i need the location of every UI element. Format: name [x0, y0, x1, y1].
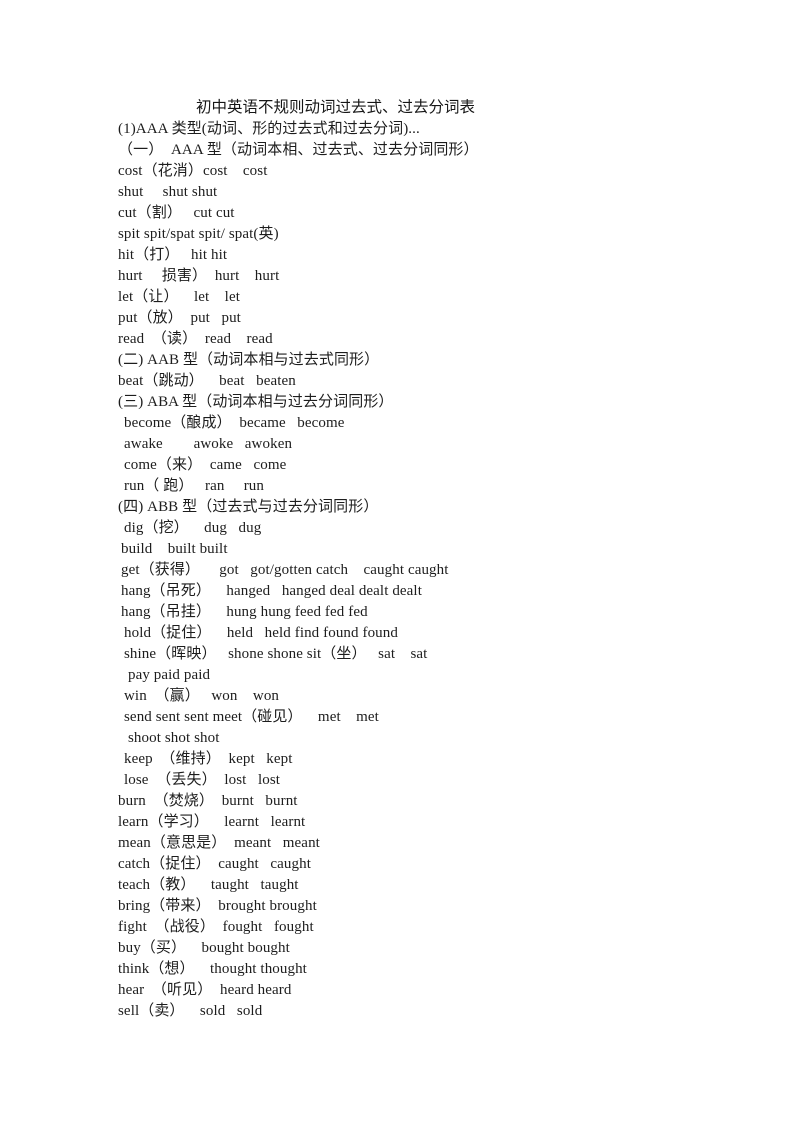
- section-heading: (二) AAB 型（动词本相与过去式同形）: [118, 352, 380, 368]
- verb-entry-line: hold（捉住） held held find found found: [124, 625, 398, 641]
- section-heading: (四) ABB 型（过去式与过去分词同形）: [118, 499, 379, 515]
- verb-entry-line: shut shut shut: [118, 184, 218, 200]
- verb-entry-line: bring（带来） brought brought: [118, 898, 317, 914]
- verb-entry-line: get（获得） got got/gotten catch caught caug…: [121, 562, 449, 578]
- verb-entry-line: hang（吊死） hanged hanged deal dealt dealt: [121, 583, 422, 599]
- verb-entry-line: catch（捉住） caught caught: [118, 856, 311, 872]
- verb-entry-line: pay paid paid: [128, 667, 211, 683]
- verb-entry-line: buy（买） bought bought: [118, 940, 290, 956]
- verb-entry-line: hurt 损害） hurt hurt: [118, 268, 280, 284]
- verb-entry-line: lose （丢失） lost lost: [124, 772, 281, 788]
- verb-entry-line: teach（教） taught taught: [118, 877, 299, 893]
- verb-entry-line: hear （听见） heard heard: [118, 982, 292, 998]
- verb-entry-line: become（酿成） became become: [124, 415, 345, 431]
- verb-entry-line: run（ 跑） ran run: [124, 478, 264, 494]
- verb-entry-line: awake awoke awoken: [124, 436, 293, 452]
- verb-entry-line: put（放） put put: [118, 310, 241, 326]
- sections-container: （一） AAA 型（动词本相、过去式、过去分词同形） cost（花消）cost c…: [0, 140, 800, 1022]
- verb-entry-line: build built built: [121, 541, 228, 557]
- verb-entry-line: think（想） thought thought: [118, 961, 307, 977]
- verb-entry-line: let（让） let let: [118, 289, 240, 305]
- verb-entry-line: read （读） read read: [118, 331, 273, 347]
- section-heading: （一） AAA 型（动词本相、过去式、过去分词同形）: [118, 142, 479, 158]
- verb-entry-line: shoot shot shot: [128, 730, 220, 746]
- verb-entry-line: keep （维持） kept kept: [124, 751, 293, 767]
- section-heading: (三) ABA 型（动词本相与过去分词同形）: [118, 394, 394, 410]
- verb-entry-line: dig（挖） dug dug: [124, 520, 262, 536]
- verb-entry-line: win （赢） won won: [124, 688, 280, 704]
- document-body: 初中英语不规则动词过去式、过去分词表 (1)AAA 类型(动词、形的过去式和过去…: [0, 97, 800, 1022]
- verb-entry-line: cut（割） cut cut: [118, 205, 235, 221]
- verb-entry-line: come（来） came come: [124, 457, 287, 473]
- verb-entry-line: cost（花消）cost cost: [118, 163, 268, 179]
- document-page: 初中英语不规则动词过去式、过去分词表 (1)AAA 类型(动词、形的过去式和过去…: [0, 0, 800, 1132]
- verb-entry-line: fight （战役） fought fought: [118, 919, 314, 935]
- verb-entry-line: send sent sent meet（碰见） met met: [124, 709, 379, 725]
- verb-entry-line: beat（跳动） beat beaten: [118, 373, 296, 389]
- verb-entry-line: hit（打） hit hit: [118, 247, 228, 263]
- verb-entry-line: spit spit/spat spit/ spat(英): [118, 226, 279, 242]
- document-intro-line: (1)AAA 类型(动词、形的过去式和过去分词)...: [118, 121, 420, 137]
- verb-entry-line: hang（吊挂） hung hung feed fed fed: [121, 604, 368, 620]
- document-title: 初中英语不规则动词过去式、过去分词表: [196, 99, 476, 116]
- verb-entry-line: learn（学习） learnt learnt: [118, 814, 306, 830]
- verb-entry-line: mean（意思是） meant meant: [118, 835, 320, 851]
- verb-entry-line: burn （焚烧） burnt burnt: [118, 793, 298, 809]
- verb-entry-line: sell（卖） sold sold: [118, 1003, 263, 1019]
- verb-entry-line: shine（晖映） shone shone sit（坐） sat sat: [124, 646, 428, 662]
